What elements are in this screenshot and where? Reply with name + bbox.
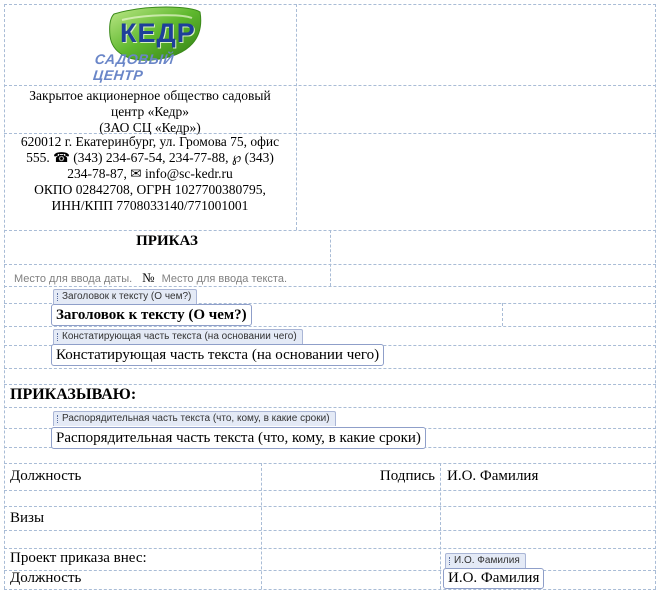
company-name: Закрытое акционерное общество садовый це… [4,88,296,136]
directive-field[interactable]: Распорядительная часть текста (что, кому… [51,427,426,449]
order-title: ПРИКАЗ [136,233,198,249]
number-sign: № [142,270,155,285]
statement-control-tag[interactable]: Констатирующая часть текста (на основани… [53,329,303,344]
draft-name-field[interactable]: И.О. Фамилия [443,568,545,589]
draft-name-control-tag[interactable]: И.О. Фамилия [445,553,526,568]
heading-control-tag[interactable]: Заголовок к тексту (О чем?) [53,289,198,304]
logo-subtext: САДОВЫЙ ЦЕНТР [92,51,175,83]
visas-label: Визы [10,510,45,526]
company-name-line2: центр «Кедр» [110,104,190,119]
signer-name: И.О. Фамилия [447,468,539,484]
order-word: ПРИКАЗЫВАЮ: [10,386,137,403]
draft-position: Должность [10,570,82,586]
address-line1: 620012 г. Екатеринбург, ул. Громова 75, … [20,134,280,149]
statement-field[interactable]: Констатирующая часть текста (на основани… [51,344,385,366]
logo-text: КЕДР [120,18,196,48]
order-date-number-row: Место для ввода даты. № Место для ввода … [14,269,287,287]
heading-field[interactable]: Заголовок к тексту (О чем?) [51,304,252,326]
position-label: Должность [10,468,82,484]
company-name-line1: Закрытое акционерное общество садовый [29,88,271,103]
address-line3: 234-78-87, ✉ info@sc-kedr.ru [67,166,233,181]
sign-label: Подпись [379,468,435,484]
date-field[interactable]: Место для ввода даты. [14,273,132,285]
company-address: 620012 г. Екатеринбург, ул. Громова 75, … [4,134,296,214]
number-field[interactable]: Место для ввода текста. [162,273,287,285]
draft-label: Проект приказа внес: [10,550,147,566]
address-line2: 555. ☎ (343) 234-67-54, 234-77-88, ℘ (34… [26,150,274,165]
company-logo: КЕДР САДОВЫЙ ЦЕНТР [92,6,220,83]
address-line5: ИНН/КПП 7708033140/771001001 [51,198,249,213]
directive-control-tag[interactable]: Распорядительная часть текста (что, кому… [53,411,336,426]
address-line4: ОКПО 02842708, ОГРН 1027700380795, [34,182,266,197]
